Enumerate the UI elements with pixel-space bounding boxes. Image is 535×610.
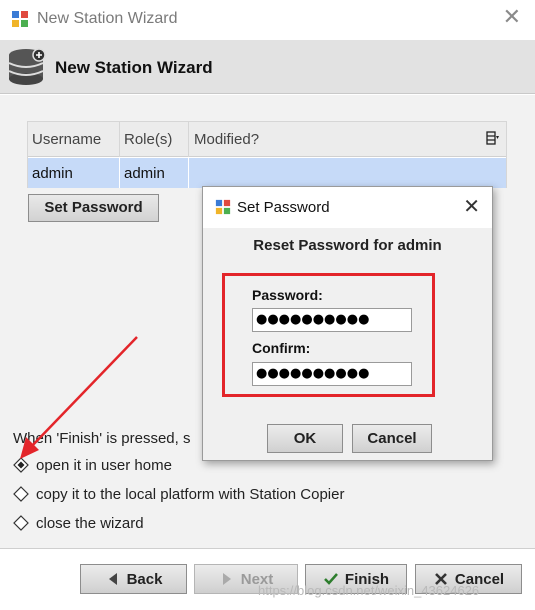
option-label: close the wizard — [36, 515, 144, 532]
dialog-cancel-button[interactable]: Cancel — [352, 424, 432, 453]
column-header-modified[interactable]: Modified? — [194, 131, 259, 148]
close-icon[interactable]: ✕ — [463, 196, 480, 216]
wizard-header: New Station Wizard — [0, 40, 535, 94]
confirm-label: Confirm: — [252, 340, 311, 356]
option-close-wizard[interactable]: close the wizard — [13, 515, 144, 532]
finish-instructions: When 'Finish' is pressed, s — [13, 430, 191, 447]
dialog-heading: Reset Password for admin — [253, 237, 442, 254]
cell-username: admin — [32, 165, 73, 182]
dialog-title-bar: Set Password ✕ — [203, 187, 492, 228]
confirm-field[interactable]: ●●●●●●●●●● — [252, 362, 412, 386]
radio-selected-icon[interactable] — [13, 457, 29, 473]
radio-unselected-icon[interactable] — [13, 486, 29, 502]
dialog-title: Set Password — [237, 199, 330, 216]
column-chooser-icon[interactable] — [486, 130, 500, 146]
password-field[interactable]: ●●●●●●●●●● — [252, 308, 412, 332]
app-icon — [215, 199, 231, 215]
window-title-bar: New Station Wizard ✕ — [0, 0, 535, 40]
database-icon — [8, 48, 46, 85]
back-button[interactable]: Back — [80, 564, 187, 594]
option-open-user-home[interactable]: open it in user home — [13, 457, 172, 474]
column-header-username[interactable]: Username — [32, 131, 101, 148]
wizard-title: New Station Wizard — [55, 58, 213, 77]
table-header: Username Role(s) Modified? — [28, 122, 506, 157]
window-title: New Station Wizard — [37, 10, 178, 27]
watermark-text: https://blog.csdn.net/weixin_43624626 — [258, 583, 480, 598]
cell-role: admin — [124, 165, 165, 182]
table-row[interactable]: admin admin — [28, 158, 506, 188]
password-label: Password: — [252, 287, 323, 303]
arrow-right-icon — [222, 573, 231, 585]
arrow-left-icon — [108, 573, 117, 585]
option-station-copier[interactable]: copy it to the local platform with Stati… — [13, 486, 344, 503]
set-password-button[interactable]: Set Password — [28, 194, 159, 222]
column-header-roles[interactable]: Role(s) — [124, 131, 172, 148]
app-icon — [12, 11, 28, 27]
set-password-dialog: Set Password ✕ Reset Password for admin … — [202, 186, 493, 461]
back-label: Back — [126, 570, 163, 588]
radio-unselected-icon[interactable] — [13, 515, 29, 531]
option-label: open it in user home — [36, 457, 172, 474]
ok-button[interactable]: OK — [267, 424, 343, 453]
option-label: copy it to the local platform with Stati… — [36, 486, 345, 503]
users-table[interactable]: Username Role(s) Modified? admin admin — [27, 121, 507, 188]
close-icon[interactable]: ✕ — [503, 7, 521, 29]
